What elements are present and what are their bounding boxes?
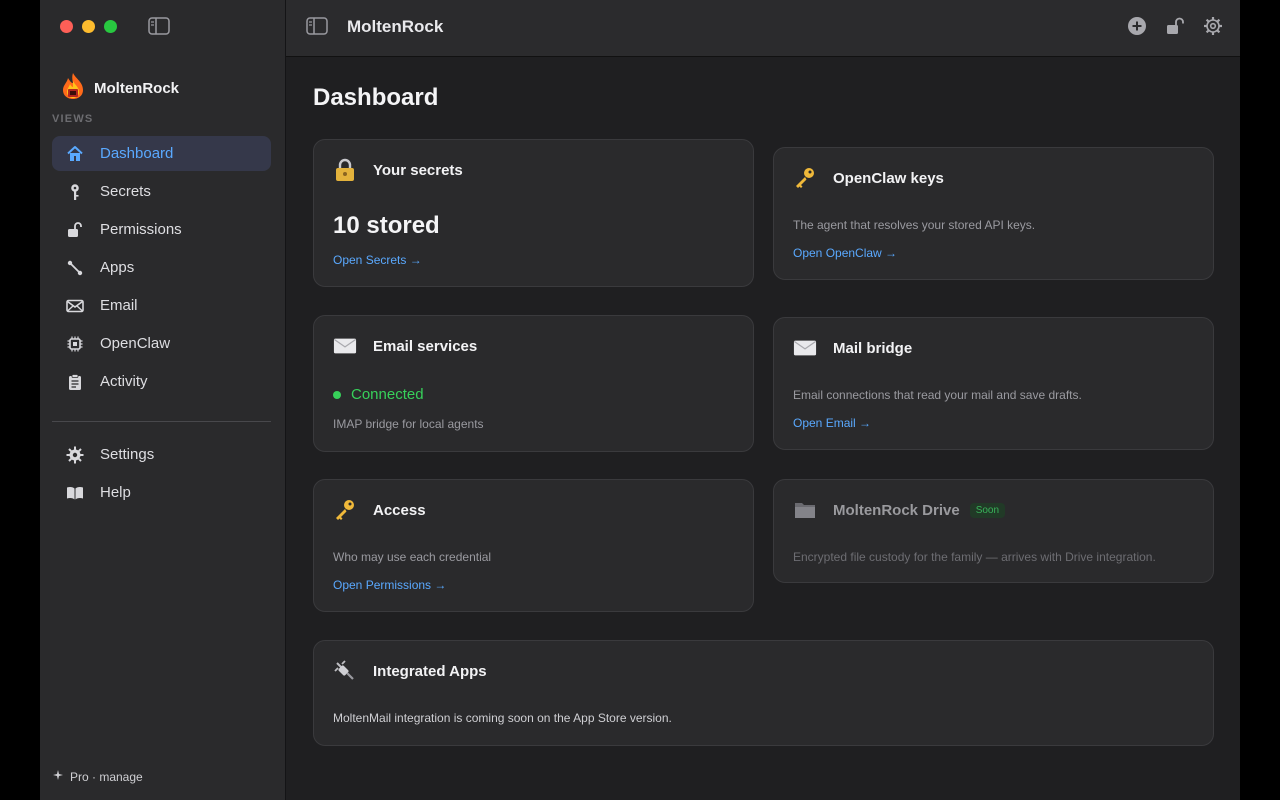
gear-icon [66, 446, 84, 464]
sidebar-item-label: Activity [100, 373, 148, 390]
openclaw-card: OpenClaw keys The agent that resolves yo… [773, 147, 1214, 280]
lock-open-icon [1167, 17, 1184, 34]
envelope-icon [333, 334, 357, 358]
sidebar-divider [52, 421, 271, 422]
main-content: Dashboard Your secrets 10 stored Open Se… [286, 57, 1240, 800]
card-description: Email connections that read your mail an… [793, 388, 1082, 402]
card-description: Who may use each credential [333, 550, 492, 564]
card-title: Integrated Apps [373, 662, 487, 680]
card-header: OpenClaw keys [793, 166, 944, 190]
sidebar-item-activity[interactable]: Activity [52, 364, 271, 399]
plug-icon [333, 659, 357, 683]
card-title: Email services [373, 337, 478, 355]
envelope-icon [793, 336, 817, 360]
card-header: Email services [333, 334, 477, 358]
footer-label: Pro · manage [70, 769, 143, 784]
card-description: The agent that resolves your stored API … [793, 218, 1036, 232]
sidebar-toggle-icon[interactable] [306, 17, 328, 40]
minimize-window-button[interactable] [82, 20, 95, 33]
envelope-icon [66, 297, 84, 315]
card-title: OpenClaw keys [833, 169, 944, 187]
mail-bridge-card: Mail bridge Email connections that read … [773, 317, 1214, 450]
cpu-icon [66, 335, 84, 353]
email-services-card: Email services Connected IMAP bridge for… [313, 315, 754, 452]
brand-label: MoltenRock [94, 80, 180, 97]
open-openclaw-link[interactable]: Open OpenClaw → [793, 246, 897, 260]
sidebar-toggle-icon[interactable] [148, 17, 170, 35]
card-header: MoltenRock Drive Soon [793, 498, 1006, 522]
sidebar-item-dashboard[interactable]: Dashboard [52, 136, 271, 171]
pro-manage-link[interactable]: Pro · manage [52, 769, 143, 784]
card-title: MoltenRock Drive [833, 501, 960, 519]
sidebar-item-openclaw[interactable]: OpenClaw [52, 326, 271, 361]
window-controls [60, 20, 117, 33]
window-title: MoltenRock [347, 17, 444, 36]
connection-status: Connected [333, 386, 424, 403]
toolbar: MoltenRock [286, 0, 1240, 57]
sidebar-item-label: Dashboard [100, 145, 174, 162]
sidebar-item-label: Help [100, 484, 131, 501]
soon-badge: Soon [969, 502, 1006, 518]
section-label: VIEWS [52, 113, 94, 125]
key-icon [66, 183, 84, 201]
sidebar-item-help[interactable]: Help [52, 475, 271, 510]
key-icon [333, 498, 357, 522]
gear-icon [1204, 17, 1222, 35]
sidebar-item-secrets[interactable]: Secrets [52, 174, 271, 209]
app-window: MoltenRock VIEWS Dashboard Secrets Permi… [40, 0, 1240, 800]
open-secrets-link[interactable]: Open Secrets → [333, 253, 422, 267]
flame-logo-icon [60, 72, 86, 105]
sidebar-bottom-nav: Settings Help [52, 437, 271, 513]
sidebar-item-settings[interactable]: Settings [52, 437, 271, 472]
sidebar-item-label: Email [100, 297, 138, 314]
card-title: Access [373, 501, 426, 519]
connector-icon [66, 259, 84, 277]
page-title: Dashboard [313, 84, 439, 111]
zoom-window-button[interactable] [104, 20, 117, 33]
settings-button[interactable] [1202, 15, 1224, 37]
card-header: Integrated Apps [333, 659, 487, 683]
toolbar-actions [1126, 15, 1224, 37]
add-button[interactable] [1126, 15, 1148, 37]
card-description: IMAP bridge for local agents [333, 417, 484, 431]
clipboard-icon [66, 373, 84, 391]
sidebar-item-label: Permissions [100, 221, 182, 238]
book-icon [66, 484, 84, 502]
padlock-key-icon [333, 158, 357, 182]
sidebar: MoltenRock VIEWS Dashboard Secrets Permi… [40, 0, 286, 800]
card-header: Mail bridge [793, 336, 912, 360]
status-dot [333, 390, 341, 399]
card-title: Mail bridge [833, 339, 913, 357]
plus-circle-icon [1128, 17, 1146, 35]
sidebar-item-label: Apps [100, 259, 135, 276]
sidebar-item-email[interactable]: Email [52, 288, 271, 323]
brand: MoltenRock [60, 72, 179, 105]
sidebar-item-permissions[interactable]: Permissions [52, 212, 271, 247]
card-header: Access [333, 498, 426, 522]
sidebar-item-label: OpenClaw [100, 335, 171, 352]
card-description: MoltenMail integration is coming soon on… [333, 711, 672, 725]
status-label: Connected [351, 386, 424, 403]
sidebar-item-apps[interactable]: Apps [52, 250, 271, 285]
secrets-count: 10 stored [333, 212, 440, 239]
key-icon [793, 166, 817, 190]
house-icon [66, 145, 84, 163]
close-window-button[interactable] [60, 20, 73, 33]
access-card: Access Who may use each credential Open … [313, 479, 754, 612]
sparkle-icon [52, 769, 64, 784]
sidebar-nav: Dashboard Secrets Permissions Apps Email… [52, 136, 271, 402]
lock-open-icon [66, 221, 84, 239]
secrets-card: Your secrets 10 stored Open Secrets → [313, 139, 754, 287]
sidebar-item-label: Settings [100, 446, 155, 463]
drive-card: MoltenRock Drive Soon Encrypted file cus… [773, 479, 1214, 583]
card-title: Your secrets [373, 161, 463, 179]
open-permissions-link[interactable]: Open Permissions → [333, 578, 446, 592]
card-description: Encrypted file custody for the family — … [793, 550, 1156, 564]
folder-icon [793, 498, 817, 522]
card-header: Your secrets [333, 158, 463, 182]
lock-button[interactable] [1164, 15, 1186, 37]
open-email-link[interactable]: Open Email → [793, 416, 871, 430]
sidebar-item-label: Secrets [100, 183, 151, 200]
integrated-apps-card: Integrated Apps MoltenMail integration i… [313, 640, 1214, 746]
